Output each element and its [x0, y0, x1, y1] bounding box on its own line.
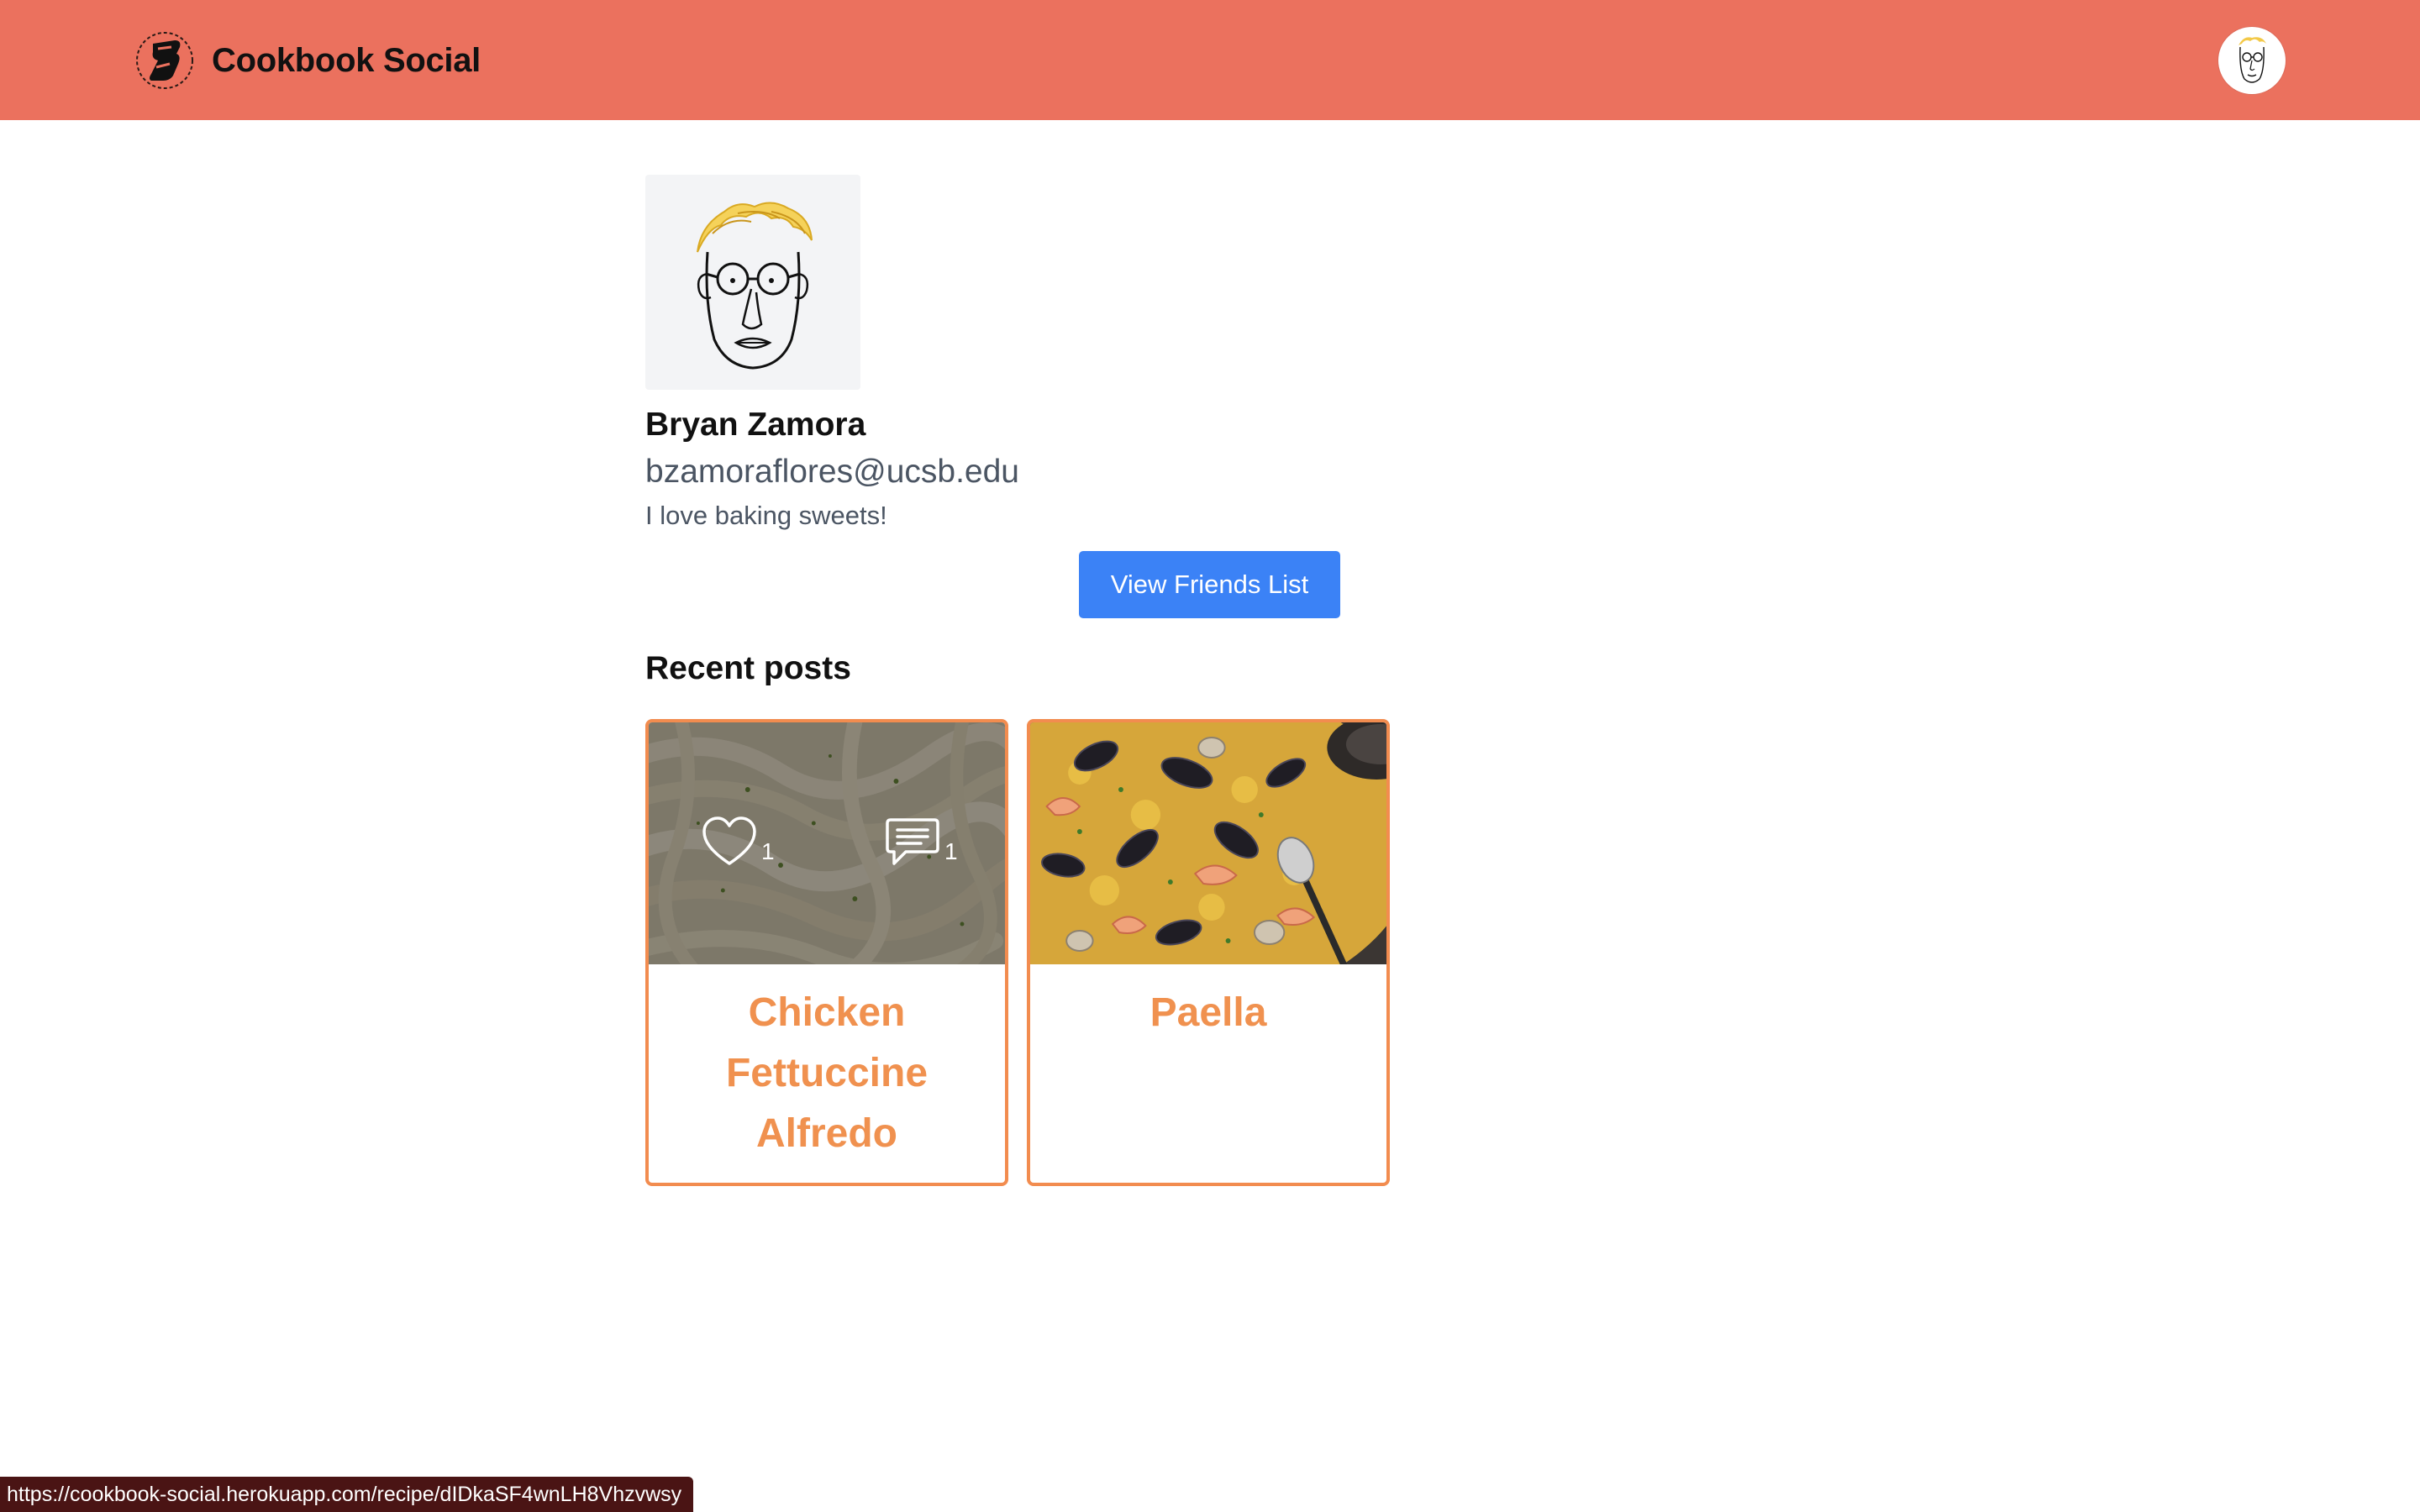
recipe-card[interactable]: Paella: [1027, 719, 1390, 1186]
like-count: 1: [761, 838, 775, 864]
profile-bio: I love baking sweets!: [645, 501, 887, 530]
recent-posts-heading: Recent posts: [645, 650, 851, 686]
comment-count: 1: [944, 838, 958, 864]
cookbook-logo-icon: [136, 32, 193, 89]
top-navigation-bar: Cookbook Social: [0, 0, 2420, 120]
recipe-card[interactable]: 1 1 Chicken Fettuccine Alfredo: [645, 719, 1008, 1186]
heart-icon: [702, 816, 756, 865]
home-link[interactable]: Cookbook Social: [134, 30, 481, 91]
link-preview-status: https://cookbook-social.herokuapp.com/re…: [0, 1477, 694, 1512]
comment-button[interactable]: 1: [884, 815, 958, 869]
recipe-title[interactable]: Paella: [1030, 964, 1386, 1043]
recipe-image: 1 1: [649, 722, 1005, 964]
avatar-icon: [2238, 37, 2266, 83]
like-button[interactable]: 1: [701, 815, 775, 869]
paella-image: [1030, 722, 1386, 964]
profile-portrait-image: [697, 202, 813, 370]
comment-icon: [886, 818, 939, 865]
view-friends-list-button[interactable]: View Friends List: [1079, 551, 1340, 618]
profile-name: Bryan Zamora: [645, 407, 866, 443]
user-avatar-button[interactable]: [2218, 27, 2286, 94]
profile-picture: [645, 175, 860, 390]
app-title: Cookbook Social: [212, 41, 481, 79]
recipe-image: [1030, 722, 1386, 964]
recipe-title[interactable]: Chicken Fettuccine Alfredo: [649, 964, 1005, 1164]
profile-email: bzamoraflores@ucsb.edu: [645, 454, 1019, 490]
